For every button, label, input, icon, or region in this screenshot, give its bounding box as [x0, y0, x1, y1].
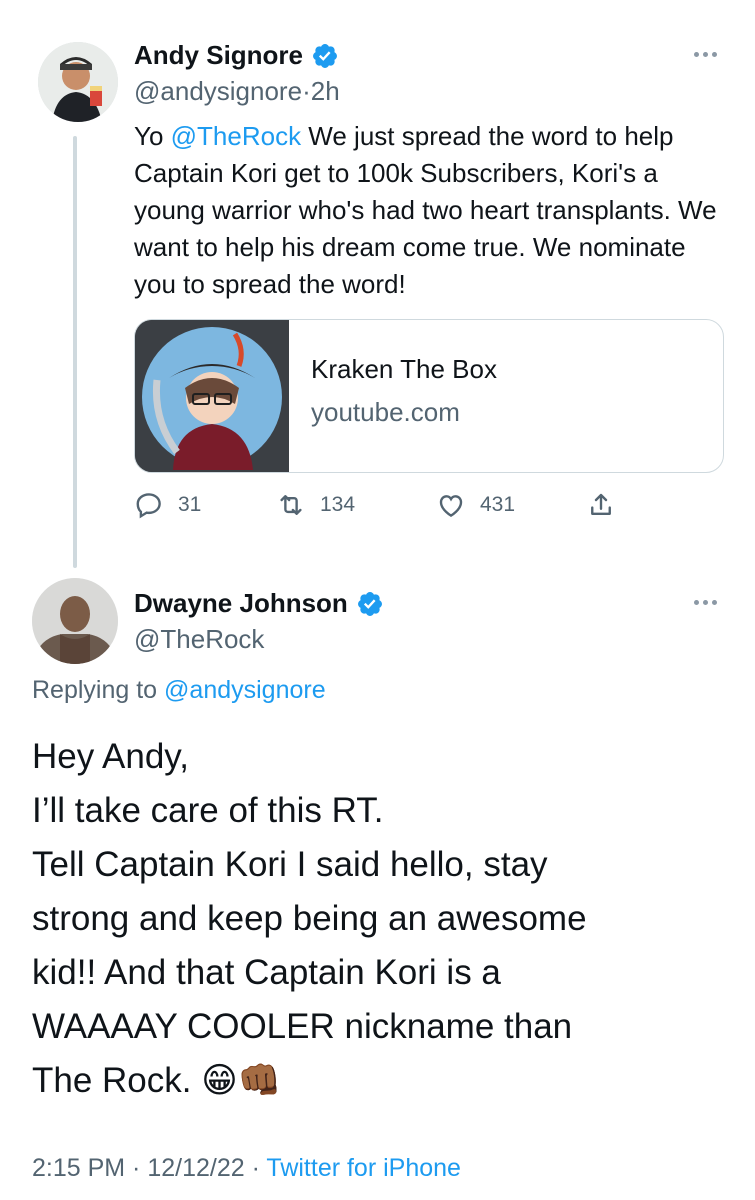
- verified-badge-icon: [313, 43, 337, 68]
- mention-link[interactable]: @TheRock: [171, 121, 301, 151]
- tweet2-line: I’ll take care of this RT.: [32, 791, 384, 830]
- tweet1-actions: 31 134 431: [134, 490, 616, 520]
- avatar-dwayne[interactable]: [32, 578, 118, 664]
- retweet-icon: [280, 495, 302, 515]
- tweet2-footer: 2:15 PM · 12/12/22 · Twitter for iPhone: [32, 1154, 461, 1183]
- card-title: Kraken The Box: [311, 354, 497, 384]
- thread-line: [73, 136, 77, 568]
- avatar-andy[interactable]: [38, 42, 118, 122]
- retweet-count: 134: [320, 493, 356, 516]
- tweet2-line: Hey Andy,: [32, 737, 189, 776]
- tweet2-line: strong and keep being an awesome: [32, 899, 587, 938]
- tweet2-display-name[interactable]: Dwayne Johnson: [134, 588, 348, 619]
- tweet1-text: Yo @TheRock We just spread the word to h…: [134, 118, 734, 303]
- share-button[interactable]: [586, 490, 616, 520]
- tweet2-source[interactable]: Twitter for iPhone: [266, 1154, 461, 1182]
- meta-separator: ·: [302, 76, 311, 106]
- retweet-button[interactable]: 134: [276, 490, 436, 520]
- tweet1-time[interactable]: 2h: [311, 76, 340, 106]
- like-button[interactable]: 431: [436, 490, 586, 520]
- link-card[interactable]: Kraken The Box youtube.com: [134, 319, 724, 473]
- avatar-andy-image: [38, 42, 118, 122]
- replying-to: Replying to @andysignore: [32, 676, 326, 705]
- reply-icon: [136, 493, 161, 519]
- tweet1-handle[interactable]: @andysignore: [134, 76, 302, 106]
- tweet1-author[interactable]: Andy Signore: [134, 40, 339, 71]
- tweet2-time[interactable]: 2:15 PM: [32, 1154, 125, 1182]
- avatar-dwayne-image: [32, 578, 118, 664]
- tweet2-line: kid!! And that Captain Kori is a: [32, 953, 501, 992]
- verified-badge-icon: [357, 591, 382, 616]
- tweet2-handle[interactable]: @TheRock: [134, 624, 264, 655]
- tweet2-author[interactable]: Dwayne Johnson: [134, 588, 384, 619]
- tweet2-date[interactable]: 12/12/22: [147, 1154, 244, 1182]
- share-icon: [591, 493, 611, 515]
- footer-separator: ·: [244, 1154, 267, 1182]
- like-count: 431: [480, 493, 516, 516]
- tweet1-meta: @andysignore·2h: [134, 76, 340, 107]
- footer-separator: ·: [125, 1154, 148, 1182]
- replying-prefix: Replying to: [32, 676, 165, 704]
- tweet2-line: The Rock. 😁👊🏾: [32, 1061, 282, 1100]
- tweet2-line: WAAAAY COOLER nickname than: [32, 1007, 573, 1046]
- tweet1-text-prefix: Yo: [134, 121, 171, 151]
- reply-button[interactable]: 31: [134, 490, 276, 520]
- tweet1-display-name[interactable]: Andy Signore: [134, 40, 303, 71]
- tweet2-line: Tell Captain Kori I said hello, stay: [32, 845, 548, 884]
- replying-to-link[interactable]: @andysignore: [164, 676, 326, 704]
- tweet1-more-icon[interactable]: [694, 52, 717, 57]
- reply-count: 31: [178, 493, 202, 516]
- card-domain: youtube.com: [311, 397, 460, 427]
- tweet2-text: Hey Andy, I’ll take care of this RT. Tel…: [32, 730, 732, 1108]
- heart-icon: [439, 495, 463, 518]
- tweet2-more-icon[interactable]: [694, 600, 717, 605]
- card-thumbnail: [135, 320, 289, 472]
